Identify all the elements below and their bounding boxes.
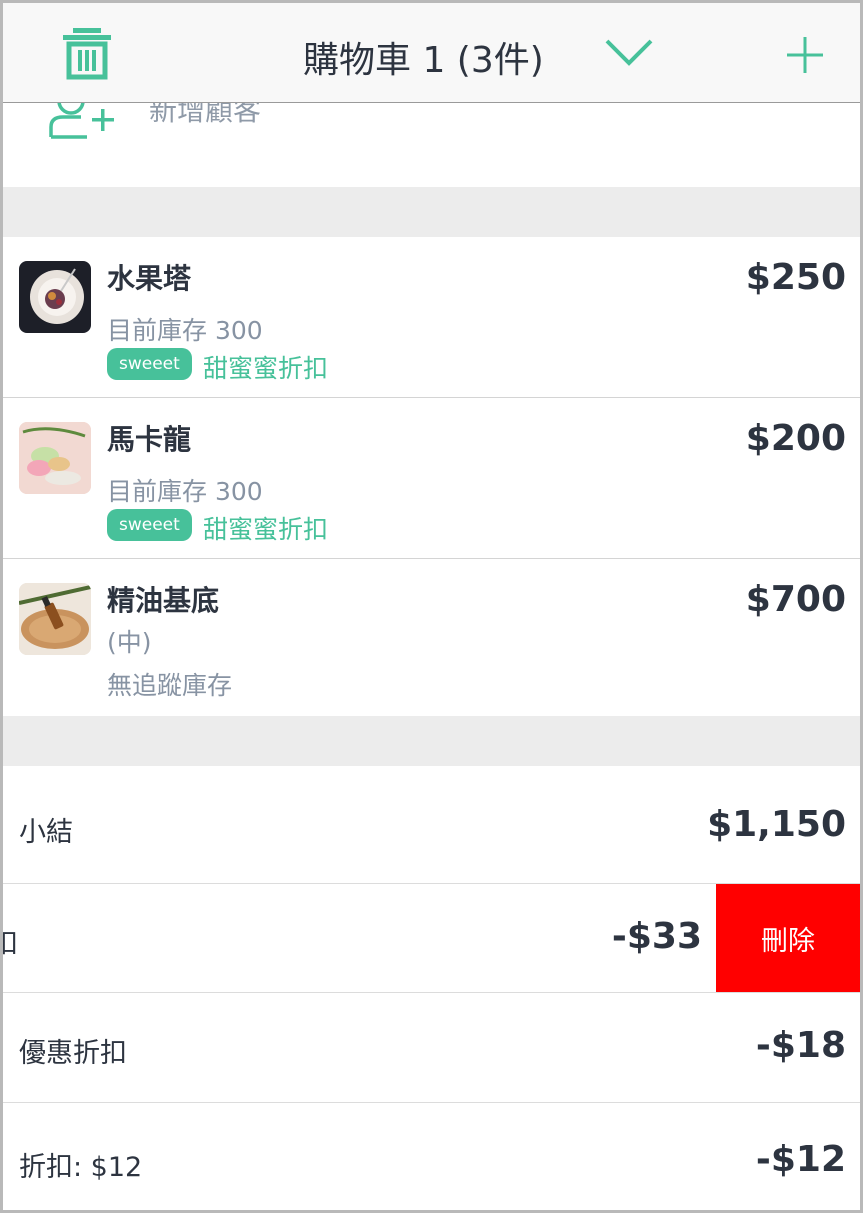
macaron-thumbnail	[19, 422, 91, 494]
item-stock: 目前庫存 300	[107, 477, 263, 506]
add-customer-label: 新增顧客	[149, 103, 262, 127]
item-variant: (中)	[107, 628, 152, 657]
trash-icon[interactable]	[59, 25, 115, 81]
discount-label-fragment: 扣	[3, 922, 18, 961]
discount-name: 甜蜜蜜折扣	[203, 354, 329, 383]
item-stock: 目前庫存 300	[107, 316, 263, 345]
chevron-down-icon[interactable]	[603, 33, 655, 69]
essential-oil-thumbnail	[19, 583, 91, 655]
cart-header: 購物車 1 (3件)	[3, 3, 860, 103]
subtotal-value: $1,150	[707, 804, 846, 845]
promo-value: -$18	[755, 1025, 846, 1066]
section-divider	[3, 187, 860, 237]
promo-label: 優惠折扣	[19, 1038, 127, 1069]
plus-icon[interactable]	[785, 35, 825, 75]
cart-item[interactable]: 精油基底 $700 (中) 無追蹤庫存	[3, 559, 860, 716]
fixed-discount-value: -$12	[755, 1139, 846, 1180]
delete-button[interactable]: 刪除	[716, 884, 860, 992]
promo-discount-row[interactable]: 優惠折扣 -$18	[3, 993, 860, 1103]
discount-badge: sweeet	[107, 509, 192, 541]
subtotal-label: 小結	[19, 817, 73, 848]
add-customer-row[interactable]: 新增顧客	[3, 103, 860, 187]
item-name: 馬卡龍	[107, 423, 192, 456]
discount-name: 甜蜜蜜折扣	[203, 515, 329, 544]
discount-value: -$33	[611, 916, 702, 957]
item-name: 水果塔	[107, 262, 192, 295]
fruit-tart-thumbnail	[19, 261, 91, 333]
item-price: $700	[745, 579, 846, 620]
fixed-discount-label: 折扣: $12	[19, 1152, 143, 1183]
add-user-icon	[49, 103, 114, 139]
cart-item[interactable]: 水果塔 $250 目前庫存 300 sweeet 甜蜜蜜折扣	[3, 237, 860, 398]
section-divider	[3, 716, 860, 766]
cart-title[interactable]: 購物車 1 (3件)	[303, 31, 544, 83]
item-price: $250	[745, 257, 846, 298]
cart-item[interactable]: 馬卡龍 $200 目前庫存 300 sweeet 甜蜜蜜折扣	[3, 398, 860, 559]
item-name: 精油基底	[107, 584, 220, 617]
swiped-discount-row[interactable]: 扣 -$33 刪除	[3, 884, 860, 993]
cart-screen: 購物車 1 (3件) 新增顧客 水果塔 $250 目前庫存 300 sweeet…	[0, 0, 863, 1213]
fixed-discount-row[interactable]: 折扣: $12 -$12	[3, 1103, 860, 1210]
item-price: $200	[745, 418, 846, 459]
subtotal-row: 小結 $1,150	[3, 766, 860, 884]
item-stock: 無追蹤庫存	[107, 671, 233, 700]
discount-badge: sweeet	[107, 348, 192, 380]
